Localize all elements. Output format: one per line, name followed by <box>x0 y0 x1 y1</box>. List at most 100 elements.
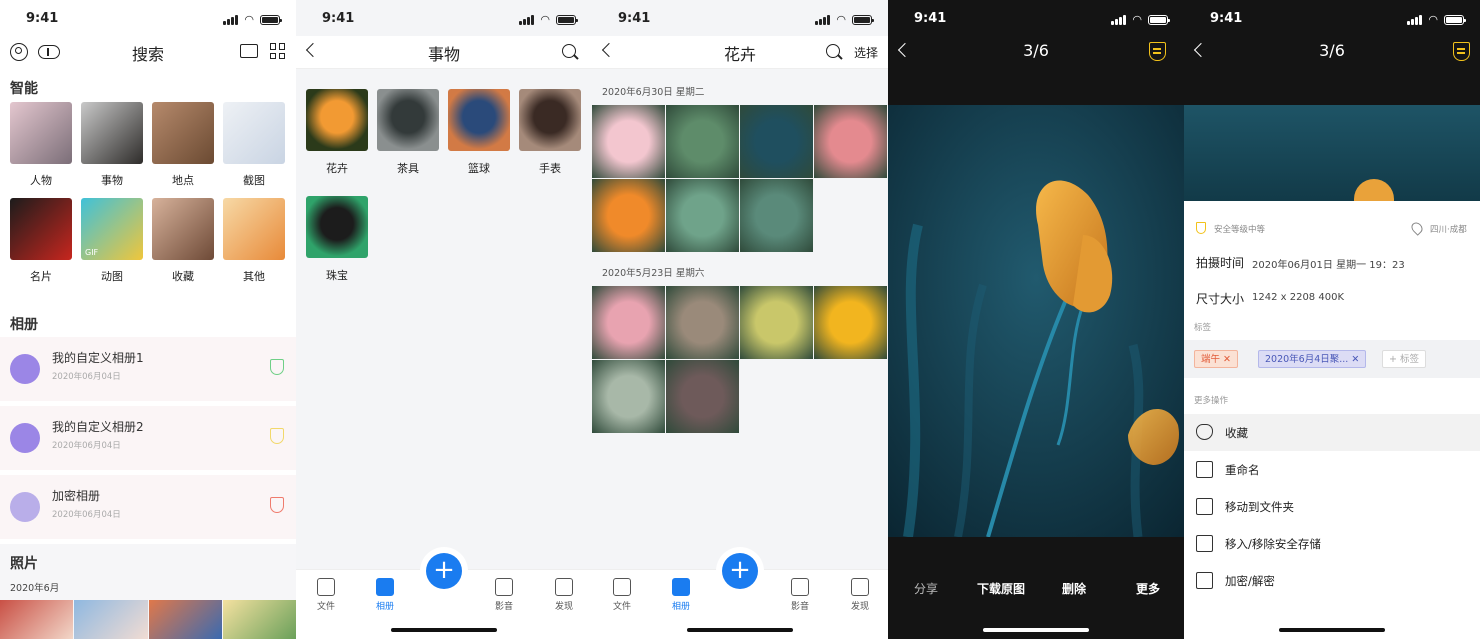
photo-thumb[interactable] <box>740 105 813 178</box>
album-name: 加密相册 <box>52 489 101 503</box>
grid-apps-icon[interactable] <box>270 43 286 59</box>
status-time: 9:41 <box>1210 11 1243 26</box>
tag-chip[interactable]: 端午 ✕ <box>1194 350 1238 368</box>
thing-category[interactable]: 手表 <box>519 89 581 176</box>
download-original-button[interactable]: 下载原图 <box>977 580 1025 597</box>
info-shield-icon[interactable] <box>1149 42 1166 61</box>
status-bar: 9:41 ◠ <box>0 0 296 36</box>
tab-discover[interactable]: 发现 <box>840 578 880 612</box>
rename-action[interactable]: 重命名 <box>1184 451 1480 488</box>
wifi-icon: ◠ <box>540 13 550 26</box>
status-bar: 9:41 ◠ <box>296 0 592 36</box>
page-title: 事物 <box>427 45 460 64</box>
photo-preview[interactable] <box>1184 105 1480 209</box>
smart-category[interactable]: 其他 <box>223 198 285 284</box>
category-label: 珠宝 <box>326 269 348 282</box>
tab-files[interactable]: 文件 <box>306 578 346 612</box>
status-bar: 9:41 ◠ <box>888 0 1184 36</box>
album-row[interactable]: 我的自定义相册1 2020年06月04日 <box>0 337 296 401</box>
photo-thumb[interactable] <box>148 600 222 639</box>
album-row[interactable]: 加密相册 2020年06月04日 <box>0 475 296 539</box>
select-button[interactable]: 选择 <box>854 44 878 61</box>
category-thumbnail <box>10 102 72 164</box>
status-bar: 9:41 ◠ <box>592 0 888 36</box>
photo-large[interactable] <box>888 105 1184 537</box>
album-name: 我的自定义相册2 <box>52 420 144 434</box>
tab-discover[interactable]: 发现 <box>544 578 584 612</box>
photo-thumb[interactable] <box>0 600 74 639</box>
encrypt-action[interactable]: 加密/解密 <box>1184 562 1480 599</box>
photo-thumb[interactable] <box>814 286 887 359</box>
album-row[interactable]: 我的自定义相册2 2020年06月04日 <box>0 406 296 470</box>
photo-thumb[interactable] <box>74 600 148 639</box>
signal-icon <box>1111 14 1127 25</box>
smart-category[interactable]: 人物 <box>10 102 72 188</box>
thing-category[interactable]: 篮球 <box>448 89 510 176</box>
wifi-icon: ◠ <box>1428 13 1438 26</box>
signal-icon <box>223 14 239 25</box>
photo-thumb[interactable] <box>666 105 739 178</box>
category-thumbnail <box>519 89 581 151</box>
search-icon[interactable] <box>562 44 578 60</box>
thing-category[interactable]: 茶具 <box>377 89 439 176</box>
tab-files[interactable]: 文件 <box>602 578 642 612</box>
security-shield-icon <box>1196 222 1206 234</box>
smart-category[interactable]: 收藏 <box>152 198 214 284</box>
category-label: 其他 <box>243 270 265 283</box>
photo-thumb[interactable] <box>666 179 739 252</box>
tab-albums[interactable]: 相册 <box>661 578 701 612</box>
add-button[interactable]: + <box>722 553 758 589</box>
album-icon <box>10 354 40 384</box>
tab-media[interactable]: 影音 <box>780 578 820 612</box>
photo-thumb[interactable] <box>666 286 739 359</box>
photo-thumb[interactable] <box>740 286 813 359</box>
favorite-action[interactable]: 收藏 <box>1184 414 1480 451</box>
smart-category[interactable]: GIF 动图 <box>81 198 143 284</box>
move-to-folder-action[interactable]: 移动到文件夹 <box>1184 488 1480 525</box>
photo-thumb[interactable] <box>592 286 665 359</box>
secure-storage-action[interactable]: 移入/移除安全存储 <box>1184 525 1480 562</box>
photo-thumb[interactable] <box>592 360 665 433</box>
info-shield-icon[interactable] <box>1453 42 1470 61</box>
photo-thumb[interactable] <box>666 360 739 433</box>
security-shield-icon <box>270 359 284 375</box>
category-label: 人物 <box>30 174 52 187</box>
tags-label: 标签 <box>1194 323 1212 333</box>
smart-category[interactable]: 事物 <box>81 102 143 188</box>
category-thumbnail <box>152 198 214 260</box>
photo-thumb[interactable] <box>592 179 665 252</box>
smart-category[interactable]: 地点 <box>152 102 214 188</box>
smart-category[interactable]: 名片 <box>10 198 72 284</box>
share-button[interactable]: 分享 <box>914 580 938 597</box>
category-label: 动图 <box>101 270 123 283</box>
more-button[interactable]: 更多 <box>1136 580 1160 597</box>
photo-thumb[interactable] <box>592 105 665 178</box>
category-label: 事物 <box>101 174 123 187</box>
add-tag-button[interactable]: + 标签 <box>1382 350 1426 368</box>
tab-bar: 文件 相册 + 影音 发现 <box>296 553 592 639</box>
category-thumbnail <box>448 89 510 151</box>
date-header: 2020年6月30日 星期二 <box>602 87 705 98</box>
category-label: 收藏 <box>172 270 194 283</box>
file-icon <box>613 578 631 596</box>
delete-button[interactable]: 删除 <box>1062 580 1086 597</box>
tab-media[interactable]: 影音 <box>484 578 524 612</box>
status-bar: 9:41 ◠ <box>1184 0 1480 36</box>
tag-chip[interactable]: 2020年6月4日聚... ✕ <box>1258 350 1367 368</box>
search-icon[interactable] <box>826 44 842 60</box>
category-thumbnail <box>223 102 285 164</box>
tab-albums[interactable]: 相册 <box>365 578 405 612</box>
thing-category[interactable]: 花卉 <box>306 89 368 176</box>
tab-bar: 文件 相册 + 影音 发现 <box>592 553 888 639</box>
chat-icon[interactable] <box>240 44 258 58</box>
add-button[interactable]: + <box>426 553 462 589</box>
photo-thumb[interactable] <box>222 600 296 639</box>
thing-category[interactable]: 珠宝 <box>306 196 368 283</box>
home-indicator <box>687 628 793 632</box>
smart-category[interactable]: 截图 <box>223 102 285 188</box>
photo-thumb[interactable] <box>740 179 813 252</box>
photo-thumb[interactable] <box>814 105 887 178</box>
battery-icon <box>260 14 282 25</box>
folder-move-icon <box>1196 498 1213 515</box>
photo-grid <box>592 286 887 433</box>
